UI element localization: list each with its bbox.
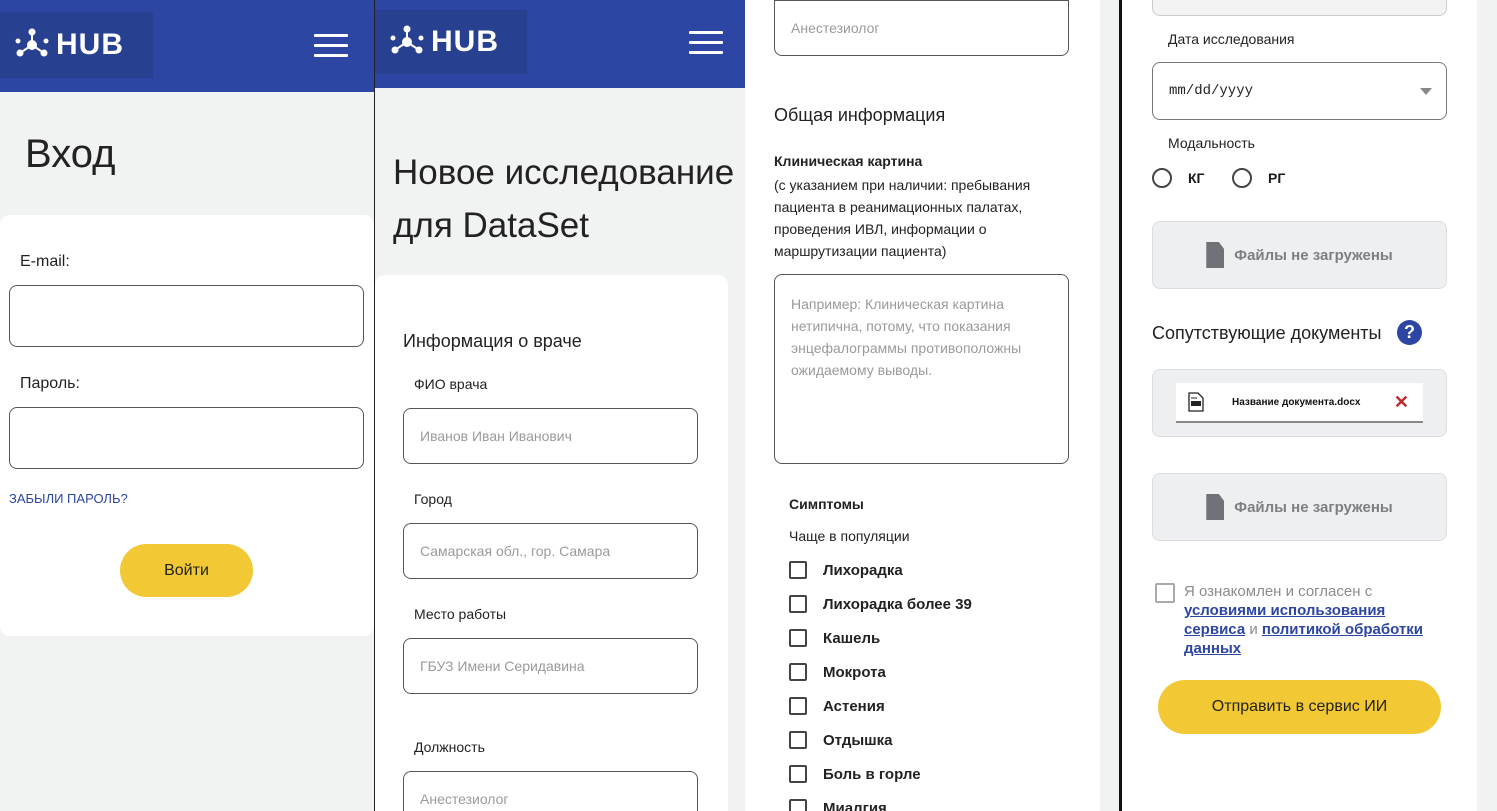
general-info-screen: Анестезиолог Общая информация Клиническа… — [745, 0, 1100, 811]
symptom-checkbox[interactable]: Лихорадка — [789, 561, 903, 579]
app-header: HUB — [0, 0, 374, 92]
modality-radio-kg[interactable]: КГ — [1152, 168, 1204, 188]
email-label: E-mail: — [20, 253, 70, 270]
modality-label: Модальность — [1168, 135, 1255, 151]
login-screen: HUB Вход E-mail: Пароль: ЗАБЫЛИ ПАРОЛЬ? … — [0, 0, 374, 811]
login-button[interactable]: Войти — [120, 544, 253, 597]
logo[interactable]: HUB — [375, 10, 527, 74]
document-item: Название документа.docx ✕ — [1176, 383, 1423, 423]
consent-text: Я ознакомлен и согласен с — [1184, 583, 1373, 600]
password-field[interactable] — [9, 407, 364, 469]
symptom-checkbox[interactable]: Лихорадка более 39 — [789, 595, 972, 613]
radio-icon — [1152, 168, 1172, 188]
consent-text-block: Я ознакомлен и согласен с условиями испо… — [1184, 582, 1444, 658]
login-card: E-mail: Пароль: ЗАБЫЛИ ПАРОЛЬ? Войти — [0, 215, 374, 636]
page-title-line2: для DataSet — [393, 206, 589, 245]
date-label: Дата исследования — [1168, 31, 1295, 47]
work-label: Место работы — [414, 606, 507, 622]
file-icon — [1206, 494, 1225, 520]
new-study-screen: HUB Новое исследование для DataSet Инфор… — [375, 0, 745, 811]
page-title-line1: Новое исследование — [393, 153, 735, 192]
submit-to-ai-button[interactable]: Отправить в сервис ИИ — [1158, 680, 1441, 734]
position-field[interactable]: Анестезиолог — [774, 0, 1069, 56]
and-text: и — [1249, 621, 1258, 638]
doctor-info-card: Информация о враче ФИО врача Иванов Иван… — [375, 275, 728, 811]
extra-dropzone[interactable]: Файлы не загружены — [1152, 473, 1447, 541]
symptom-label: Миалгия — [823, 799, 887, 811]
symptom-checkbox[interactable]: Астения — [789, 697, 885, 715]
dropzone-text: Файлы не загружены — [1234, 498, 1393, 516]
remove-document-icon[interactable]: ✕ — [1394, 392, 1409, 413]
clinical-title: Клиническая картина — [774, 153, 923, 169]
symptom-label: Лихорадка более 39 — [823, 595, 972, 613]
city-field[interactable]: Самарская обл., гор. Самара — [403, 523, 698, 579]
docx-file-icon — [1188, 392, 1204, 412]
docs-section-title: Сопутствующие документы — [1152, 323, 1382, 343]
symptom-checkbox[interactable]: Кашель — [789, 629, 880, 647]
position-field[interactable]: Анестезиолог — [403, 771, 698, 811]
documents-dropzone[interactable]: Название документа.docx ✕ — [1152, 369, 1447, 437]
modality-option-label: КГ — [1188, 170, 1205, 186]
fio-field[interactable]: Иванов Иван Иванович — [403, 408, 698, 464]
symptom-label: Боль в горле — [823, 765, 921, 783]
modality-radio-rg[interactable]: РГ — [1232, 168, 1285, 188]
symptom-checkbox[interactable]: Боль в горле — [789, 765, 921, 783]
help-icon[interactable]: ? — [1397, 320, 1422, 345]
symptom-label: Лихорадка — [823, 561, 903, 579]
clinical-textarea[interactable]: Например: Клиническая картина нетипична,… — [774, 274, 1069, 464]
hub-logo-icon — [390, 25, 424, 54]
date-placeholder: mm/dd/yyyy — [1169, 83, 1254, 99]
logo-text: HUB — [431, 25, 499, 58]
city-label: Город — [414, 491, 452, 507]
modality-option-label: РГ — [1268, 170, 1286, 186]
clinical-hint: (с указанием при наличии: пребывания пац… — [774, 177, 1031, 259]
consent-checkbox[interactable] — [1155, 583, 1175, 603]
symptom-checkbox[interactable]: Миалгия — [789, 799, 887, 811]
symptom-label: Астения — [823, 697, 885, 715]
document-name: Название документа.docx — [1232, 396, 1361, 408]
doctor-section-title: Информация о враче — [403, 331, 582, 351]
chevron-down-icon — [1420, 88, 1432, 95]
work-field[interactable]: ГБУЗ Имени Серидавина — [403, 638, 698, 694]
menu-icon[interactable] — [689, 31, 723, 55]
file-icon — [1206, 242, 1225, 268]
radio-icon — [1232, 168, 1252, 188]
logo[interactable]: HUB — [0, 12, 153, 78]
upload-screen: Дата исследования mm/dd/yyyy Модальность… — [1122, 0, 1477, 811]
symptom-label: Отдышка — [823, 731, 893, 749]
symptom-checkbox[interactable]: Мокрота — [789, 663, 886, 681]
fio-label: ФИО врача — [414, 376, 488, 392]
app-header: HUB — [375, 0, 745, 88]
logo-text: HUB — [56, 28, 124, 61]
top-field-edge — [1152, 0, 1447, 16]
symptoms-subtitle: Чаще в популяции — [789, 528, 910, 544]
symptom-checkbox[interactable]: Отдышка — [789, 731, 893, 749]
symptoms-title: Симптомы — [789, 496, 864, 512]
password-label: Пароль: — [20, 375, 80, 392]
dropzone-text: Файлы не загружены — [1234, 246, 1393, 264]
page-title: Вход — [25, 132, 116, 176]
forgot-password-link[interactable]: ЗАБЫЛИ ПАРОЛЬ? — [9, 491, 128, 506]
symptom-label: Мокрота — [823, 663, 886, 681]
position-label: Должность — [414, 739, 485, 755]
image-dropzone[interactable]: Файлы не загружены — [1152, 221, 1447, 289]
date-field[interactable]: mm/dd/yyyy — [1152, 62, 1447, 120]
hub-logo-icon — [15, 28, 49, 57]
symptom-label: Кашель — [823, 629, 881, 647]
general-section-title: Общая информация — [774, 105, 946, 125]
menu-icon[interactable] — [314, 34, 348, 58]
email-field[interactable] — [9, 285, 364, 347]
